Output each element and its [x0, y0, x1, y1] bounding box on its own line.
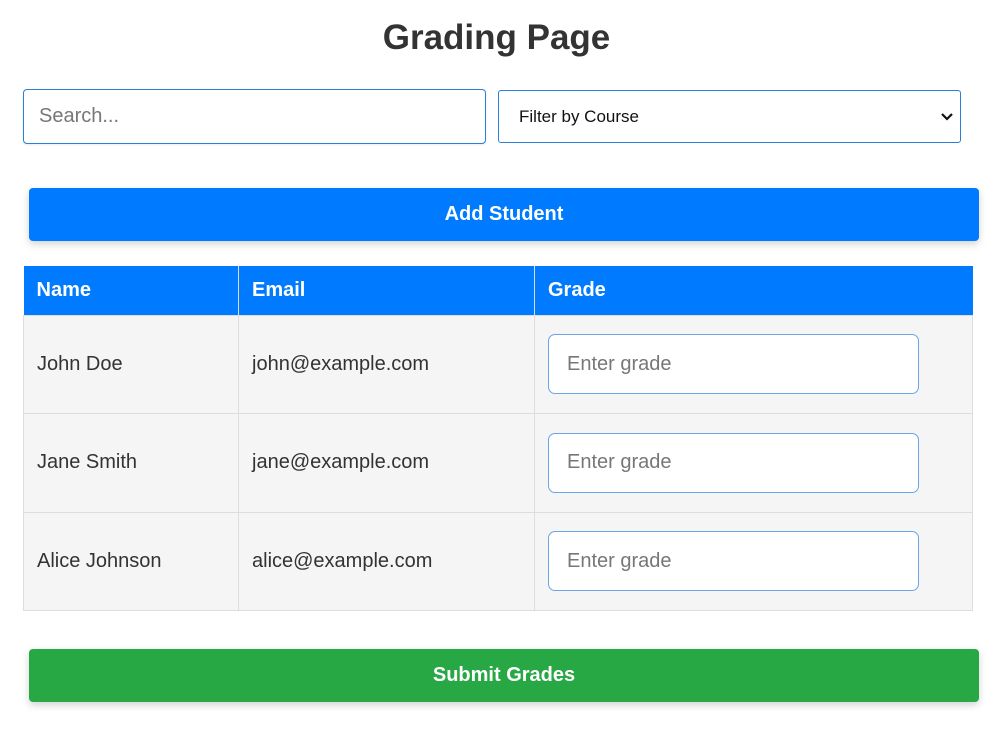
grade-cell: [534, 314, 973, 414]
student-email: jane@example.com: [238, 413, 535, 513]
student-name: Jane Smith: [23, 413, 239, 513]
table-row: John Doe john@example.com: [23, 314, 973, 414]
student-email: alice@example.com: [238, 511, 535, 611]
add-student-button[interactable]: Add Student: [29, 188, 979, 241]
student-name: John Doe: [23, 314, 239, 414]
course-filter-value: Filter by Course: [519, 106, 639, 126]
column-header-email: Email: [238, 266, 535, 316]
student-name: Alice Johnson: [23, 511, 239, 611]
table-row: Jane Smith jane@example.com: [23, 413, 973, 513]
table-row: Alice Johnson alice@example.com: [23, 511, 973, 611]
grade-cell: [534, 413, 973, 513]
table-header-row: Name Email Grade: [23, 266, 973, 316]
grade-input[interactable]: [548, 432, 919, 493]
grading-page: Grading Page Filter by Course Add Studen…: [0, 0, 993, 734]
column-header-grade: Grade: [534, 266, 973, 316]
grades-table: Name Email Grade John Doe john@example.c…: [23, 266, 973, 611]
submit-grades-button[interactable]: Submit Grades: [29, 649, 979, 702]
page-title: Grading Page: [382, 18, 611, 57]
search-input[interactable]: [23, 89, 486, 144]
course-filter-select[interactable]: Filter by Course: [498, 90, 961, 143]
grade-cell: [534, 511, 973, 611]
student-email: john@example.com: [238, 314, 535, 414]
chevron-down-icon: [941, 113, 953, 121]
grade-input[interactable]: [548, 334, 919, 395]
grade-input[interactable]: [548, 531, 919, 592]
column-header-name: Name: [23, 266, 239, 316]
